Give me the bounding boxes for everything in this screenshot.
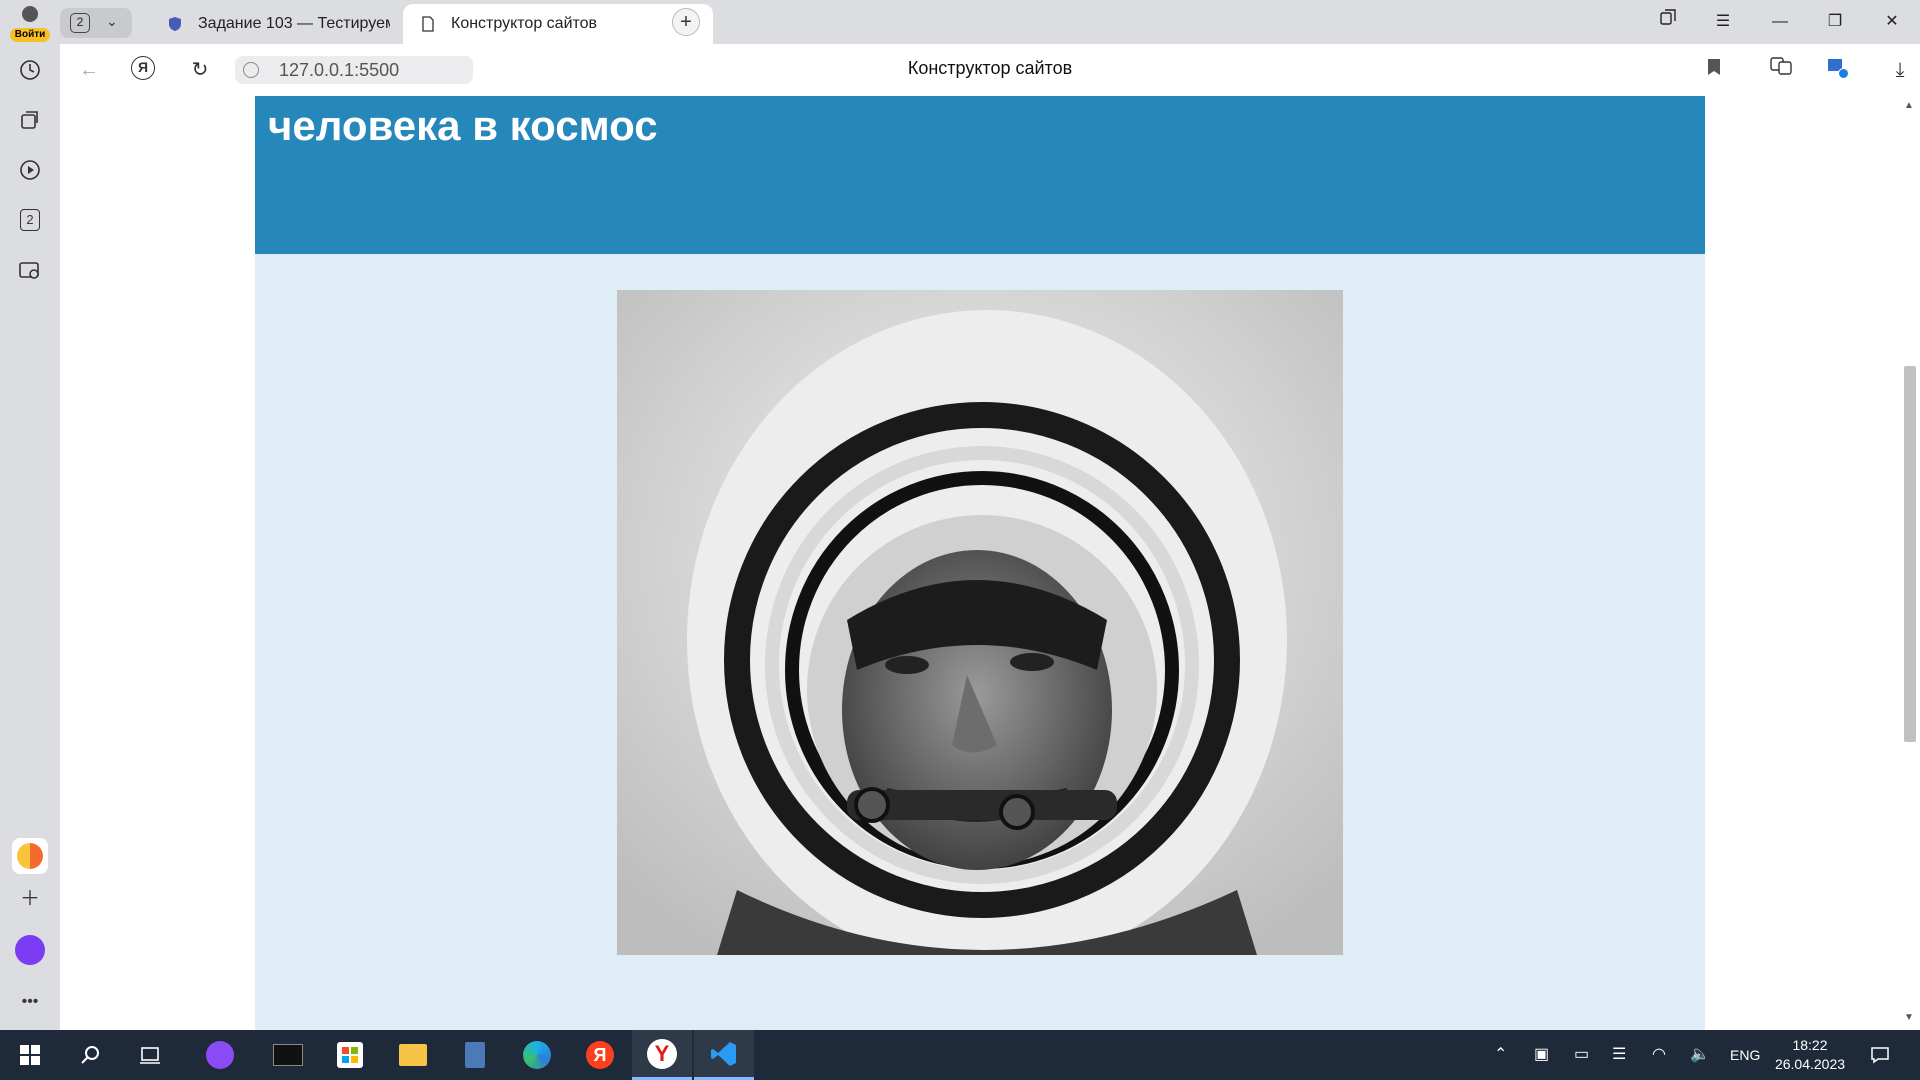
task-view-icon[interactable] xyxy=(120,1030,180,1080)
tab-label: Задание 103 — Тестируем xyxy=(198,15,390,32)
add-icon[interactable]: ＋ xyxy=(12,878,48,914)
browser-sidebar: Войти 2 ＋ ••• xyxy=(0,0,60,1030)
shield-icon xyxy=(169,17,181,31)
user-avatar-icon xyxy=(22,6,38,22)
extension-icon[interactable] xyxy=(1826,56,1854,84)
new-tab-button[interactable]: + xyxy=(672,8,700,36)
edge-icon[interactable] xyxy=(507,1030,567,1080)
chevron-down-icon: ⌄ xyxy=(106,13,118,29)
menu-icon[interactable]: ☰ xyxy=(1703,8,1743,36)
meet-icon[interactable]: ▣ xyxy=(1534,1030,1549,1080)
tab-counter-button[interactable]: 2 ⌄ xyxy=(60,8,132,38)
scroll-up-icon[interactable]: ▲ xyxy=(1904,100,1914,111)
hero-banner: человека в космос xyxy=(255,96,1705,254)
battery-icon[interactable]: ▭ xyxy=(1574,1030,1589,1080)
tab-count: 2 xyxy=(70,13,90,33)
scroll-down-icon[interactable]: ▼ xyxy=(1904,1012,1914,1023)
more-icon[interactable]: ••• xyxy=(12,984,48,1020)
collections-icon[interactable] xyxy=(12,102,48,138)
yandex-active-icon[interactable]: Y xyxy=(632,1030,692,1080)
login-label: Войти xyxy=(10,28,50,42)
calculator-icon[interactable] xyxy=(445,1030,505,1080)
alice-icon[interactable] xyxy=(12,932,48,968)
tab-label: Конструктор сайтов xyxy=(451,15,598,32)
scroll-thumb[interactable] xyxy=(1904,366,1916,742)
minimize-button[interactable]: — xyxy=(1760,8,1800,36)
tab-inactive[interactable]: Задание 103 — Тестируем xyxy=(150,4,390,44)
file-explorer-icon[interactable] xyxy=(383,1030,443,1080)
search-icon[interactable] xyxy=(60,1030,120,1080)
clock[interactable]: 18:22 26.04.2023 xyxy=(1770,1036,1850,1074)
sidebar-tab-count: 2 xyxy=(20,209,40,231)
vscode-icon[interactable] xyxy=(694,1030,754,1080)
page-title: Конструктор сайтов xyxy=(907,58,1073,78)
start-icon[interactable] xyxy=(0,1030,60,1080)
store-icon[interactable] xyxy=(320,1030,380,1080)
clock-date: 26.04.2023 xyxy=(1774,1056,1846,1072)
page-viewport: человека в космос xyxy=(60,96,1900,1030)
restore-button[interactable]: ❐ xyxy=(1815,8,1855,36)
site-content: человека в космос xyxy=(255,96,1705,1030)
language-indicator[interactable]: ENG xyxy=(1730,1030,1760,1080)
tray-expand-icon[interactable]: ⌃ xyxy=(1494,1030,1507,1080)
volume-muted-icon[interactable]: 🔈 xyxy=(1690,1030,1710,1080)
video-icon[interactable] xyxy=(12,152,48,188)
pie-widget-icon[interactable] xyxy=(12,838,48,874)
terminal-icon[interactable] xyxy=(258,1030,318,1080)
tab-manager-icon[interactable] xyxy=(1648,8,1688,36)
translate-icon[interactable] xyxy=(1767,56,1795,84)
history-icon[interactable] xyxy=(12,52,48,88)
tab-active[interactable]: Конструктор сайтов ✕ xyxy=(403,4,713,44)
notifications-icon[interactable] xyxy=(1870,1030,1890,1080)
alice-taskbar-icon[interactable] xyxy=(190,1030,250,1080)
login-button[interactable]: Войти xyxy=(8,4,52,42)
windows-taskbar: Я Y ⌃ ▣ ▭ ☰ ◠ 🔈 ENG 18:22 26.04.2023 xyxy=(0,1030,1920,1080)
astronaut-photo xyxy=(617,290,1343,955)
download-icon[interactable]: ⤓ xyxy=(1886,56,1914,84)
tab-bar: 2 ⌄ Задание 103 — Тестируем Конструктор … xyxy=(60,0,1920,44)
page-icon xyxy=(422,16,434,32)
screenshot-icon[interactable] xyxy=(12,252,48,288)
hero-title: человека в космос xyxy=(268,102,658,149)
clock-time: 18:22 xyxy=(1792,1037,1828,1053)
notification-text-icon[interactable]: ☰ xyxy=(1612,1030,1626,1080)
address-bar: ← Я ↻ 127.0.0.1:5500 Конструктор сайтов … xyxy=(60,44,1920,96)
bookmark-icon[interactable] xyxy=(1700,56,1728,84)
page-scrollbar[interactable]: ▲ ▼ xyxy=(1900,96,1920,1030)
wifi-icon[interactable]: ◠ xyxy=(1652,1030,1666,1080)
yandex-browser-icon[interactable]: Я xyxy=(570,1030,630,1080)
tabs-count-icon[interactable]: 2 xyxy=(12,202,48,238)
window-close-button[interactable]: ✕ xyxy=(1872,8,1912,36)
